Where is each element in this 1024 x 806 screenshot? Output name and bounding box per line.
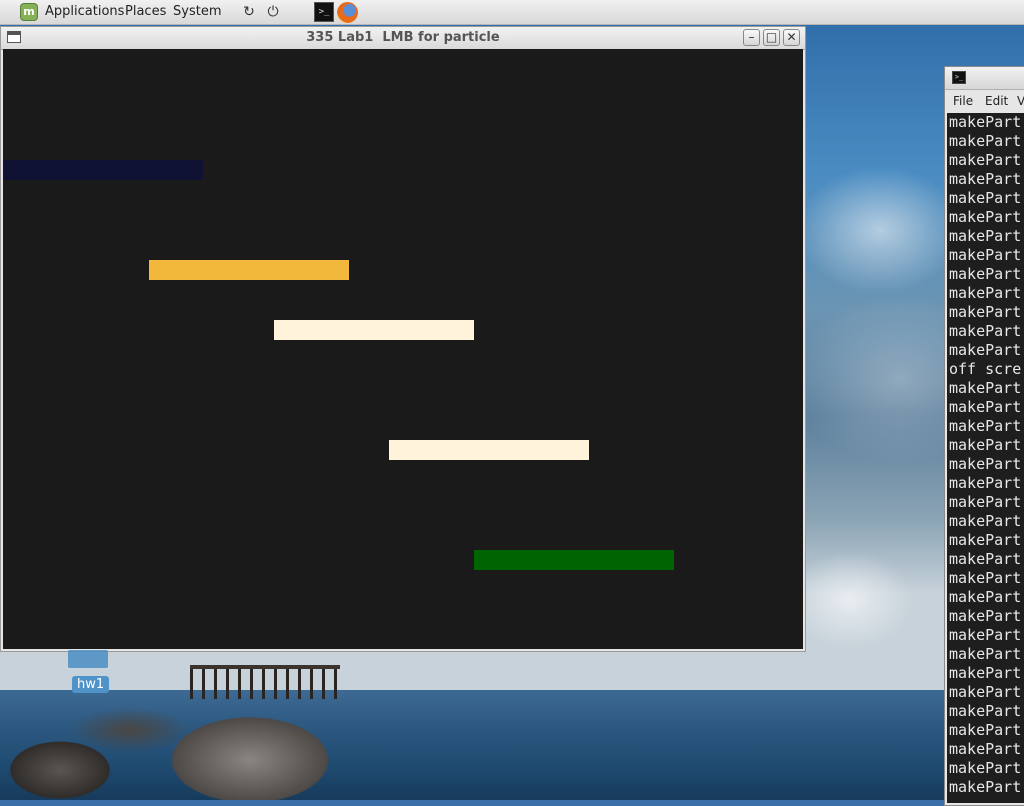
- terminal-line: makePart: [949, 588, 1022, 606]
- terminal-line: makePart: [949, 379, 1022, 397]
- terminal-line: makePart: [949, 208, 1022, 226]
- particle: [274, 320, 474, 340]
- terminal-line: makePart: [949, 398, 1022, 416]
- folder-icon: [68, 650, 108, 668]
- places-menu[interactable]: Places: [125, 0, 166, 24]
- terminal-line: makePart: [949, 417, 1022, 435]
- terminal-line: makePart: [949, 132, 1022, 150]
- terminal-line: makePart: [949, 246, 1022, 264]
- terminal-line: makePart: [949, 227, 1022, 245]
- terminal-line: makePart: [949, 664, 1022, 682]
- particle: [389, 440, 589, 460]
- terminal-line: makePart: [949, 474, 1022, 492]
- terminal-line: makePart: [949, 531, 1022, 549]
- system-menu[interactable]: System: [173, 0, 221, 24]
- terminal-line: makePart: [949, 683, 1022, 701]
- terminal-line: makePart: [949, 569, 1022, 587]
- maximize-button[interactable]: □: [763, 29, 780, 46]
- terminal-line: makePart: [949, 436, 1022, 454]
- edit-menu[interactable]: Edit: [985, 90, 1008, 112]
- terminal-line: makePart: [949, 151, 1022, 169]
- terminal-menubar: File Edit V: [945, 90, 1024, 112]
- particle: [3, 160, 203, 180]
- app-titlebar[interactable]: 335 Lab1 LMB for particle – □ ✕: [1, 27, 805, 50]
- refresh-icon[interactable]: ↻: [241, 4, 257, 20]
- terminal-titlebar[interactable]: >_: [945, 67, 1024, 90]
- app-window-title: 335 Lab1 LMB for particle: [306, 30, 500, 45]
- terminal-line: makePart: [949, 455, 1022, 473]
- mint-logo-icon[interactable]: m: [20, 3, 38, 21]
- power-icon[interactable]: ⏻: [265, 4, 281, 20]
- close-button[interactable]: ✕: [783, 29, 800, 46]
- terminal-line: makePart: [949, 265, 1022, 283]
- terminal-line: makePart: [949, 322, 1022, 340]
- view-menu[interactable]: V: [1017, 90, 1024, 112]
- terminal-line: makePart: [949, 284, 1022, 302]
- firefox-launcher-icon[interactable]: [337, 2, 358, 23]
- desktop-wallpaper-pier: [190, 665, 340, 699]
- terminal-line: makePart: [949, 778, 1022, 796]
- terminal-line: makePart: [949, 607, 1022, 625]
- terminal-output[interactable]: makePart makePart makePart makePart makePart…: [947, 113, 1024, 803]
- terminal-line: makePart: [949, 626, 1022, 644]
- terminal-line: makePart: [949, 341, 1022, 359]
- desktop-folder-hw1[interactable]: hw1: [66, 650, 110, 698]
- applications-menu[interactable]: Applications: [45, 0, 124, 24]
- terminal-line: makePart: [949, 721, 1022, 739]
- terminal-window: >_ File Edit V makePart makePart makePart m…: [944, 66, 1024, 806]
- terminal-line: makePart: [949, 512, 1022, 530]
- terminal-line: makePart: [949, 189, 1022, 207]
- particle: [149, 260, 349, 280]
- desktop-icon-label: hw1: [72, 676, 110, 693]
- terminal-line: makePart: [949, 303, 1022, 321]
- terminal-launcher-icon[interactable]: >_: [314, 2, 334, 22]
- file-menu[interactable]: File: [953, 90, 973, 112]
- terminal-line: makePart: [949, 759, 1022, 777]
- particle: [474, 550, 674, 570]
- minimize-button[interactable]: –: [743, 29, 760, 46]
- terminal-line: makePart: [949, 493, 1022, 511]
- terminal-icon: >_: [952, 71, 966, 84]
- terminal-line: makePart: [949, 645, 1022, 663]
- terminal-line: makePart: [949, 740, 1022, 758]
- terminal-line: makePart: [949, 170, 1022, 188]
- terminal-line: off scre: [949, 360, 1022, 378]
- terminal-line: makePart: [949, 702, 1022, 720]
- terminal-line: makePart: [949, 550, 1022, 568]
- app-window: 335 Lab1 LMB for particle – □ ✕: [0, 26, 806, 652]
- top-panel: m Applications Places System ↻ ⏻ >_: [0, 0, 1024, 25]
- terminal-line: makePart: [949, 113, 1022, 131]
- particle-canvas[interactable]: [3, 49, 803, 649]
- window-menu-icon[interactable]: [7, 31, 21, 43]
